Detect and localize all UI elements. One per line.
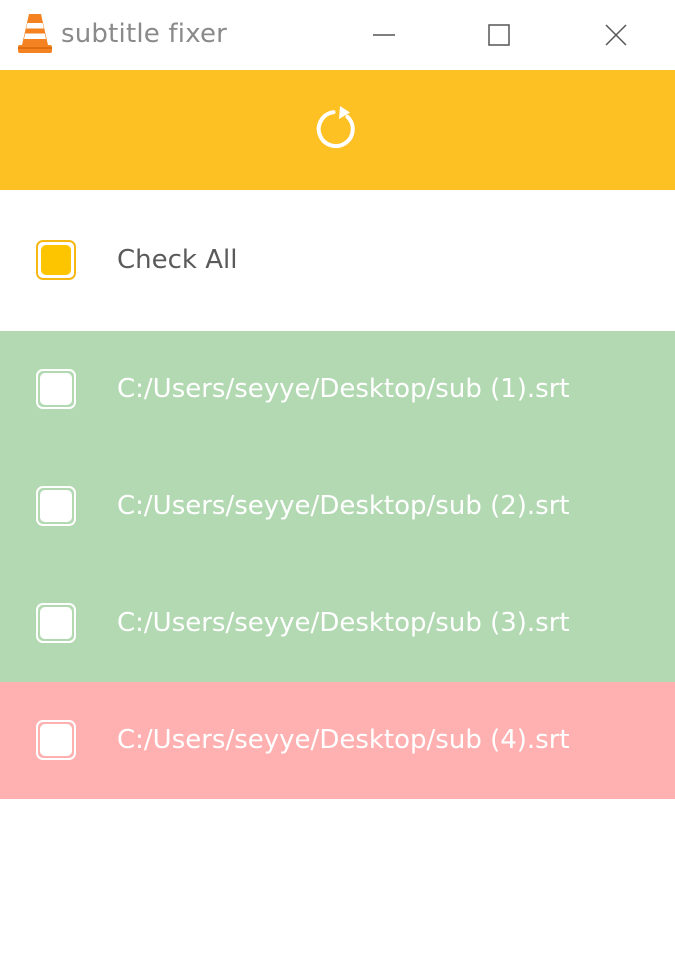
minimize-button[interactable] — [344, 0, 424, 70]
file-row[interactable]: C:/Users/seyye/Desktop/sub (2).srt — [0, 448, 675, 565]
maximize-icon — [488, 24, 510, 46]
app-window: subtitle fixer Check All C:/Users/seyye/… — [0, 0, 675, 970]
maximize-button[interactable] — [459, 0, 539, 70]
file-row[interactable]: C:/Users/seyye/Desktop/sub (3).srt — [0, 565, 675, 682]
file-checkbox[interactable] — [36, 603, 76, 643]
file-checkbox[interactable] — [36, 486, 76, 526]
close-icon — [605, 24, 627, 46]
check-all-row[interactable]: Check All — [0, 190, 675, 331]
minimize-icon — [373, 33, 395, 37]
file-checkbox[interactable] — [36, 369, 76, 409]
file-path: C:/Users/seyye/Desktop/sub (1).srt — [117, 374, 570, 404]
file-path: C:/Users/seyye/Desktop/sub (2).srt — [117, 491, 570, 521]
check-all-checkbox[interactable] — [36, 240, 76, 280]
vlc-cone-icon — [18, 12, 52, 54]
reload-button[interactable] — [308, 100, 368, 160]
file-checkbox[interactable] — [36, 720, 76, 760]
file-path: C:/Users/seyye/Desktop/sub (4).srt — [117, 725, 570, 755]
file-row[interactable]: C:/Users/seyye/Desktop/sub (4).srt — [0, 682, 675, 799]
file-row[interactable]: C:/Users/seyye/Desktop/sub (1).srt — [0, 331, 675, 448]
window-title: subtitle fixer — [61, 19, 228, 49]
close-button[interactable] — [576, 0, 656, 70]
check-all-label[interactable]: Check All — [117, 245, 237, 275]
file-path: C:/Users/seyye/Desktop/sub (3).srt — [117, 608, 570, 638]
toolbar — [0, 70, 675, 190]
reload-icon — [314, 104, 362, 156]
title-bar[interactable]: subtitle fixer — [0, 0, 675, 70]
